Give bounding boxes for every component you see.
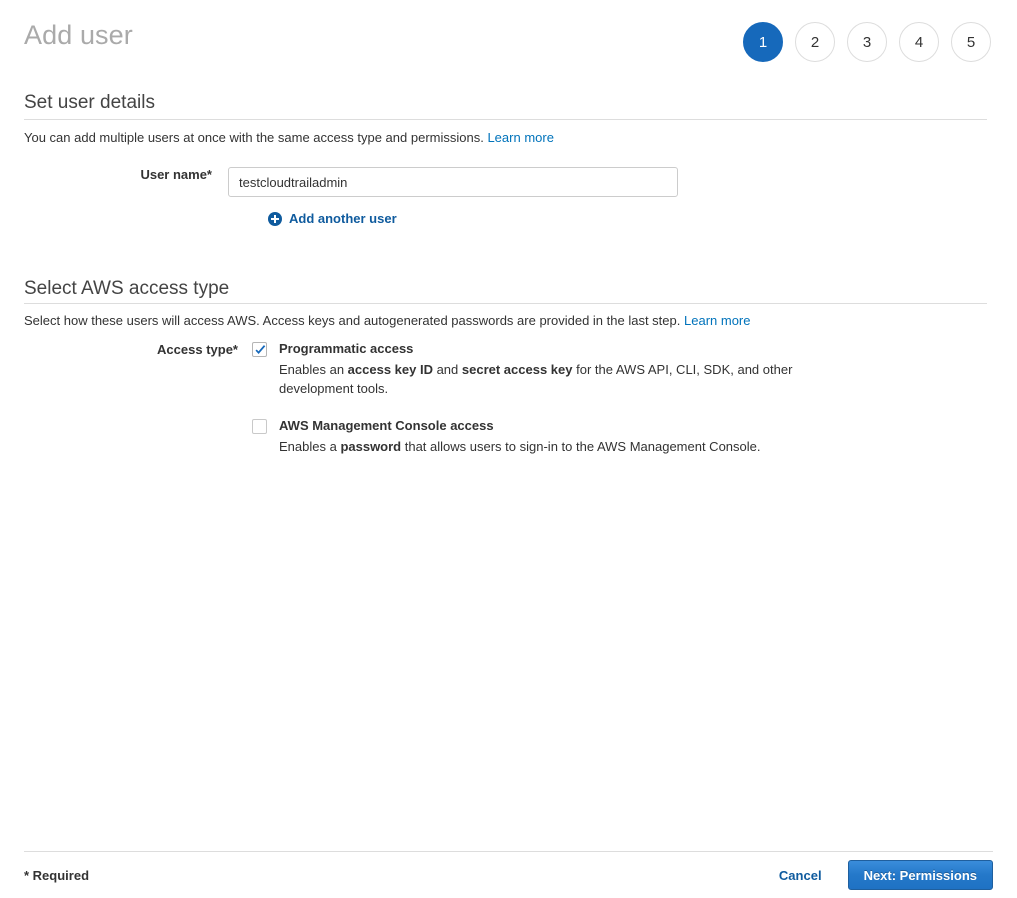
plus-circle-icon bbox=[268, 212, 282, 226]
programmatic-access-body: Programmatic access Enables an access ke… bbox=[279, 341, 839, 398]
add-another-user-button[interactable]: Add another user bbox=[268, 211, 397, 226]
wizard-step-indicator: 1 2 3 4 5 bbox=[743, 22, 991, 62]
programmatic-access-checkbox[interactable] bbox=[252, 342, 267, 357]
wizard-step-1-label: 1 bbox=[759, 34, 767, 51]
user-details-divider bbox=[24, 119, 987, 120]
access-type-heading: Select AWS access type bbox=[24, 277, 229, 301]
user-details-description-text: You can add multiple users at once with … bbox=[24, 130, 484, 145]
programmatic-access-description: Enables an access key ID and secret acce… bbox=[279, 360, 839, 398]
console-access-description: Enables a password that allows users to … bbox=[279, 437, 761, 456]
programmatic-access-bold-1: access key ID bbox=[348, 362, 433, 377]
page-title: Add user bbox=[24, 18, 133, 52]
access-type-divider bbox=[24, 303, 987, 304]
cancel-button[interactable]: Cancel bbox=[779, 868, 822, 883]
option-console-access: AWS Management Console access Enables a … bbox=[252, 418, 839, 456]
programmatic-access-bold-2: secret access key bbox=[462, 362, 573, 377]
access-type-label: Access type* bbox=[0, 341, 252, 357]
console-access-desc-2: that allows users to sign-in to the AWS … bbox=[401, 439, 760, 454]
option-programmatic-access: Programmatic access Enables an access ke… bbox=[252, 341, 839, 398]
username-form-row: User name* bbox=[0, 167, 678, 197]
programmatic-access-desc-2: and bbox=[433, 362, 462, 377]
wizard-step-1[interactable]: 1 bbox=[743, 22, 783, 62]
wizard-step-2-label: 2 bbox=[811, 34, 819, 51]
wizard-step-3-label: 3 bbox=[863, 34, 871, 51]
footer-actions: Cancel Next: Permissions bbox=[779, 860, 993, 890]
add-user-page: Add user 1 2 3 4 5 Set user details You … bbox=[0, 0, 1017, 898]
username-label: User name* bbox=[0, 167, 228, 182]
wizard-step-2[interactable]: 2 bbox=[795, 22, 835, 62]
wizard-step-3[interactable]: 3 bbox=[847, 22, 887, 62]
required-note: * Required bbox=[24, 868, 89, 883]
page-header: Add user 1 2 3 4 5 bbox=[0, 0, 1017, 86]
check-icon bbox=[254, 344, 267, 357]
next-permissions-button[interactable]: Next: Permissions bbox=[848, 860, 993, 890]
user-details-description: You can add multiple users at once with … bbox=[24, 129, 554, 146]
add-another-user-label: Add another user bbox=[289, 211, 397, 226]
access-type-form-row: Access type* Programmatic access Enables… bbox=[0, 341, 839, 456]
wizard-step-4-label: 4 bbox=[915, 34, 923, 51]
console-access-title: AWS Management Console access bbox=[279, 418, 761, 434]
programmatic-access-desc-1: Enables an bbox=[279, 362, 348, 377]
console-access-bold-1: password bbox=[340, 439, 401, 454]
access-type-description-text: Select how these users will access AWS. … bbox=[24, 313, 680, 328]
page-footer: * Required Cancel Next: Permissions bbox=[24, 851, 993, 898]
programmatic-access-title: Programmatic access bbox=[279, 341, 839, 357]
wizard-step-5-label: 5 bbox=[967, 34, 975, 51]
wizard-step-5[interactable]: 5 bbox=[951, 22, 991, 62]
user-details-heading: Set user details bbox=[24, 91, 155, 115]
console-access-checkbox[interactable] bbox=[252, 419, 267, 434]
console-access-desc-1: Enables a bbox=[279, 439, 340, 454]
wizard-step-4[interactable]: 4 bbox=[899, 22, 939, 62]
access-type-options: Programmatic access Enables an access ke… bbox=[252, 341, 839, 456]
access-type-description: Select how these users will access AWS. … bbox=[24, 312, 750, 329]
user-details-learn-more-link[interactable]: Learn more bbox=[487, 130, 553, 145]
access-type-learn-more-link[interactable]: Learn more bbox=[684, 313, 750, 328]
console-access-body: AWS Management Console access Enables a … bbox=[279, 418, 761, 456]
username-input[interactable] bbox=[228, 167, 678, 197]
